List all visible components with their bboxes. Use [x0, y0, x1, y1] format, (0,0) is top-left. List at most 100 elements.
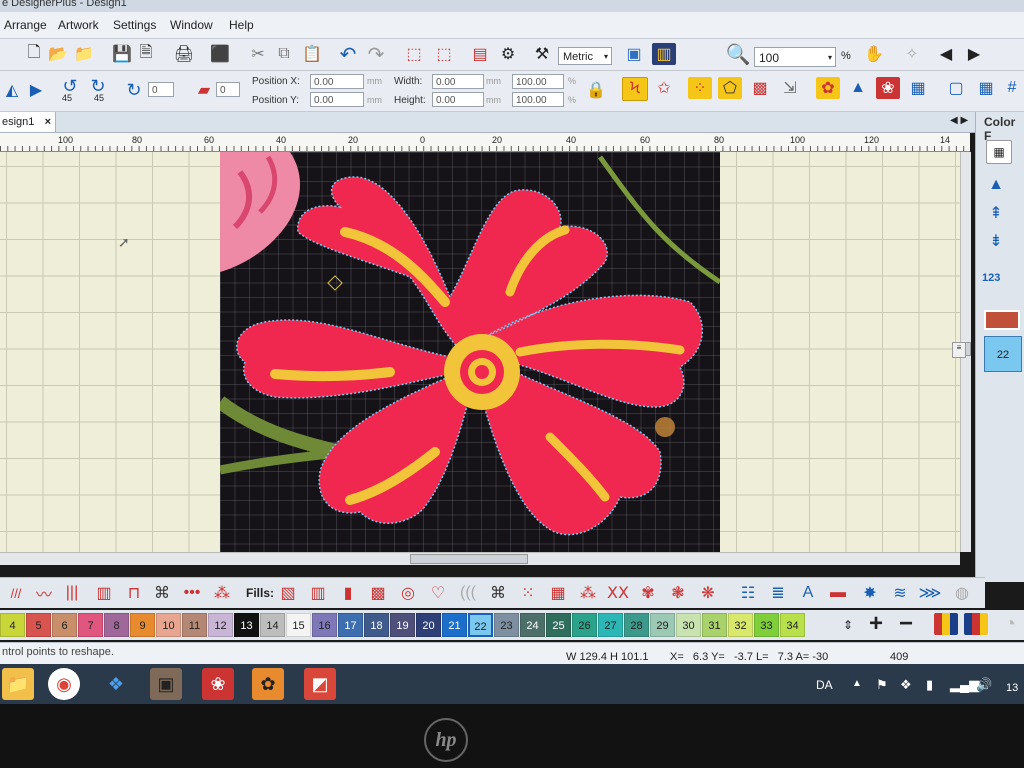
thread-colors-icon[interactable]	[934, 613, 958, 635]
dropbox-tray-icon[interactable]: ❖	[900, 677, 912, 693]
fill-xx-icon[interactable]: ⅩⅩ	[606, 582, 630, 604]
fill-heart-icon[interactable]: ♡	[426, 582, 450, 604]
star-shape-icon[interactable]: ✩	[652, 77, 676, 99]
zigzag-stitch-icon[interactable]: Ϟ	[622, 77, 648, 101]
copy-icon[interactable]: ⧉	[272, 43, 296, 65]
frame-icon[interactable]: ▢	[944, 77, 968, 99]
rotate-free-icon[interactable]: ↻	[122, 79, 146, 101]
palette-swatch-30[interactable]: 30	[676, 613, 701, 637]
align-bottom-icon[interactable]: ⇟	[984, 230, 1008, 252]
gear-icon[interactable]: ⚙	[496, 43, 520, 65]
palette-swatch-26[interactable]: 26	[572, 613, 597, 637]
palette-swatch-13[interactable]: 13	[234, 613, 259, 637]
tab-design1[interactable]: esign1 ×	[0, 112, 56, 132]
close-icon[interactable]: ×	[45, 112, 51, 132]
open-folder-icon[interactable]: 📂	[46, 43, 70, 65]
triple-stitch-icon[interactable]: ⌘	[150, 582, 174, 604]
grid-icon[interactable]: #	[1000, 77, 1024, 99]
film-icon[interactable]: ▥	[652, 43, 676, 65]
fill-star-icon[interactable]: ✸	[858, 582, 882, 604]
menu-artwork[interactable]: Artwork	[58, 18, 99, 32]
fill-crosshatch-icon[interactable]: ▩	[366, 582, 390, 604]
send-icon[interactable]: ⬛	[208, 43, 232, 65]
align-top-icon[interactable]: ▲	[984, 174, 1008, 196]
position-y-input[interactable]: 0.00	[310, 92, 364, 107]
fill-ornament-icon[interactable]: ❋	[696, 582, 720, 604]
motif-icon[interactable]: ❀	[876, 77, 900, 99]
menu-window[interactable]: Window	[170, 18, 213, 32]
palette-swatch-23[interactable]: 23	[494, 613, 519, 637]
palette-swatch-20[interactable]: 20	[416, 613, 441, 637]
cross-stitch-icon[interactable]: ▩	[748, 77, 772, 99]
palette-swatch-16[interactable]: 16	[312, 613, 337, 637]
open-recent-icon[interactable]: 📁	[72, 43, 96, 65]
bean-stitch-icon[interactable]: ▥	[92, 582, 116, 604]
palette-swatch-32[interactable]: 32	[728, 613, 753, 637]
palette-swatch-33[interactable]: 33	[754, 613, 779, 637]
palette-swatch-5[interactable]: 5	[26, 613, 51, 637]
position-x-input[interactable]: 0.00	[310, 74, 364, 89]
lock-icon[interactable]: 🔒	[584, 79, 608, 101]
fill-lines-icon[interactable]: ≣	[766, 582, 790, 604]
design-app-icon[interactable]: ✿	[252, 668, 284, 700]
undo-icon[interactable]: ↶	[336, 43, 360, 66]
fill-border-icon[interactable]: ▬	[826, 582, 850, 604]
display-icon[interactable]: ▣	[622, 43, 646, 65]
panel-splitter-icon[interactable]: ≡	[952, 342, 966, 358]
fill-circle-icon[interactable]: ◎	[396, 582, 420, 604]
palette-swatch-21[interactable]: 21	[442, 613, 467, 637]
units-select[interactable]: Metric ▾	[558, 47, 612, 65]
fill-dots-icon[interactable]: ⁙	[516, 582, 540, 604]
tab-scroll-arrows-icon[interactable]: ◀ ▶	[950, 115, 968, 126]
horizontal-scrollbar[interactable]	[0, 552, 960, 565]
fill-lace2-icon[interactable]: ❃	[666, 582, 690, 604]
fill-letter-icon[interactable]: A	[796, 582, 820, 604]
palette-swatch-4[interactable]: 4	[0, 613, 25, 637]
battery-icon[interactable]: ▮	[926, 677, 933, 693]
palette-swatch-24[interactable]: 24	[520, 613, 545, 637]
zigzag-line-icon[interactable]: 〰	[32, 582, 56, 604]
fill-knot-icon[interactable]: ⌘	[486, 582, 510, 604]
width-input[interactable]: 0.00	[432, 74, 484, 89]
palette-swatch-19[interactable]: 19	[390, 613, 415, 637]
fill-block-icon[interactable]: ▮	[336, 582, 360, 604]
satin-line-icon[interactable]: ///	[4, 582, 28, 604]
control-point-handle[interactable]	[327, 275, 343, 291]
cut-icon[interactable]: ✂	[246, 43, 270, 65]
palette-swatch-22-selected[interactable]: 22	[468, 613, 493, 637]
wand-icon[interactable]: ✧	[900, 43, 924, 65]
align-mid-icon[interactable]: ⇞	[984, 202, 1008, 224]
palette-scroll-icon[interactable]: ⇕	[836, 614, 860, 636]
shape-outline-icon[interactable]: ⬠	[718, 77, 742, 99]
palette-swatch-25[interactable]: 25	[546, 613, 571, 637]
color-chart-icon[interactable]: ▦	[986, 140, 1012, 164]
remove-color-icon[interactable]: −	[894, 610, 918, 637]
palette-swatch-7[interactable]: 7	[78, 613, 103, 637]
prev-arrow-icon[interactable]: ◀	[934, 43, 958, 65]
tray-expand-icon[interactable]: ▲	[852, 678, 862, 689]
height-input[interactable]: 0.00	[432, 92, 484, 107]
palette-swatch-6[interactable]: 6	[52, 613, 77, 637]
fill-wave-icon[interactable]: ≋	[888, 582, 912, 604]
palette-swatch-14[interactable]: 14	[260, 613, 285, 637]
palette-swatch-31[interactable]: 31	[702, 613, 727, 637]
selected-color-chip[interactable]: 22	[984, 336, 1022, 372]
volume-icon[interactable]: 🔊	[976, 677, 992, 693]
fill-globe-icon[interactable]: ◍	[950, 582, 974, 604]
flag-icon[interactable]: ⚑	[876, 677, 888, 693]
rotate-right-icon[interactable]: ↻ 45	[86, 75, 110, 104]
language-indicator[interactable]: DA	[816, 678, 833, 692]
thread-swatch[interactable]	[984, 310, 1020, 330]
new-file-icon[interactable]: 🗋	[22, 43, 46, 65]
palette-swatch-18[interactable]: 18	[364, 613, 389, 637]
palette-swatch-27[interactable]: 27	[598, 613, 623, 637]
photo-app-icon[interactable]: ▣	[150, 668, 182, 700]
menu-arrange[interactable]: Arrange	[4, 18, 47, 32]
shapes-icon[interactable]: ▲	[846, 77, 870, 99]
table-icon[interactable]: ▦	[974, 77, 998, 99]
dropbox-icon[interactable]: ❖	[100, 668, 132, 700]
palette-swatch-12[interactable]: 12	[208, 613, 233, 637]
embroidery-app-icon[interactable]: ❀	[202, 668, 234, 700]
paste-icon[interactable]: 📋	[300, 43, 324, 65]
palette-swatch-29[interactable]: 29	[650, 613, 675, 637]
